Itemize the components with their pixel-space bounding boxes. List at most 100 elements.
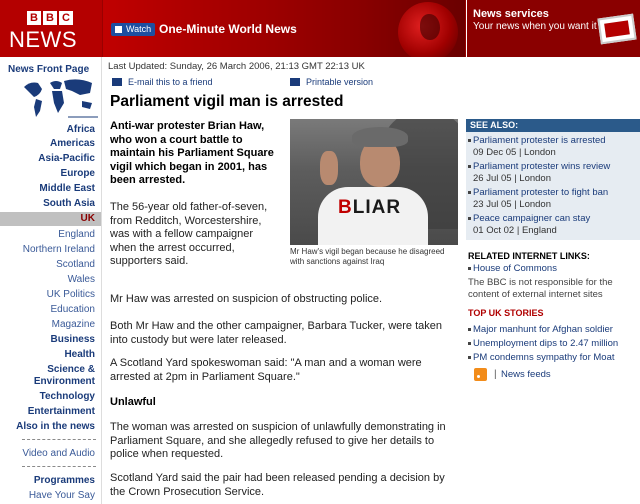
news-wordmark: NEWS (9, 27, 77, 52)
nav-item-europe[interactable]: Europe (61, 168, 95, 179)
lead-paragraph: Anti-war protester Brian Haw, who won a … (110, 120, 274, 187)
top-story-title[interactable]: Major manhunt for Afghan soldier (473, 324, 613, 335)
header: B B C NEWS Watch One-Minute World News N… (0, 0, 640, 57)
related-link-house-of-commons[interactable]: House of Commons (468, 263, 557, 274)
see-also-item[interactable]: Parliament protester to fight ban (468, 187, 608, 199)
watch-button[interactable]: Watch (111, 23, 156, 36)
services-title[interactable]: News services (473, 8, 549, 20)
related-links-heading: RELATED INTERNET LINKS: (468, 251, 590, 261)
globe-icon (398, 2, 458, 57)
printer-icon (290, 78, 300, 86)
photo-slogan-b: B (338, 197, 353, 218)
news-services-banner[interactable]: News services Your news when you want it (466, 0, 640, 57)
paragraph: Mr Haw was arrested on suspicion of obst… (110, 293, 383, 305)
see-also-item[interactable]: Parliament protester is arrested (468, 135, 606, 147)
nav-item-health[interactable]: Health (64, 349, 95, 360)
nav-item-scotland[interactable]: Scotland (56, 259, 95, 270)
news-feeds-link[interactable]: News feeds (501, 369, 551, 380)
see-also-date: 01 Oct 02 | England (473, 225, 557, 236)
bullet-icon (468, 355, 471, 359)
protester-photo: BLIAR (290, 119, 458, 245)
see-also-item[interactable]: Parliament protester wins review (468, 161, 610, 173)
nav-item-education[interactable]: Education (51, 304, 95, 315)
bbc-letter: B (43, 11, 57, 25)
nav-item-wales[interactable]: Wales (68, 274, 95, 285)
left-nav: News Front Page Africa Americas Asia-Pac… (0, 57, 102, 504)
top-story-title[interactable]: PM condemns sympathy for Moat (473, 352, 615, 363)
paragraph: Both Mr Haw and the other campaigner, Ba… (110, 320, 443, 346)
see-also-date: 23 Jul 05 | London (473, 199, 552, 210)
nav-item-business[interactable]: Business (51, 334, 95, 345)
rss-icon[interactable] (474, 368, 487, 381)
bullet-icon (468, 190, 471, 194)
top-story-item[interactable]: PM condemns sympathy for Moat (468, 352, 615, 363)
nav-divider (22, 439, 96, 440)
paragraph: A Scotland Yard spokeswoman said: "A man… (110, 357, 422, 383)
nav-item-programmes[interactable]: Programmes (34, 475, 95, 486)
printable-version-link[interactable]: Printable version (290, 77, 373, 87)
nav-item-south-asia[interactable]: South Asia (43, 198, 95, 209)
see-also-title[interactable]: Parliament protester is arrested (473, 135, 606, 146)
bullet-icon (468, 341, 471, 345)
photo-hand (320, 151, 338, 185)
bbc-blocks: B B C (27, 11, 73, 25)
headline: Parliament vigil man is arrested (110, 93, 344, 110)
nav-item-middle-east[interactable]: Middle East (39, 183, 95, 194)
see-also-item[interactable]: Peace campaigner can stay (468, 213, 590, 225)
nav-front-page[interactable]: News Front Page (8, 64, 89, 75)
email-friend-link[interactable]: E-mail this to a friend (112, 77, 213, 87)
bullet-icon (468, 164, 471, 168)
nav-item-england[interactable]: England (58, 229, 95, 240)
nav-item-technology[interactable]: Technology (40, 391, 95, 402)
bullet-icon (468, 266, 471, 270)
see-also-date: 26 Jul 05 | London (473, 173, 552, 184)
world-map-icon[interactable] (22, 77, 98, 121)
related-link-label[interactable]: House of Commons (473, 263, 557, 274)
nav-item-entertainment[interactable]: Entertainment (28, 406, 95, 417)
photo-caption: Mr Haw's vigil began because he disagree… (290, 247, 445, 266)
rss-separator: | (494, 369, 497, 380)
bullet-icon (468, 327, 471, 331)
subheading: Unlawful (110, 396, 156, 408)
nav-item-video-audio[interactable]: Video and Audio (22, 448, 95, 459)
article-figure: BLIAR (290, 119, 458, 245)
nav-item-have-your-say[interactable]: Have Your Say (29, 490, 95, 501)
see-also-title[interactable]: Parliament protester to fight ban (473, 187, 608, 198)
paragraph: The 56-year old father-of-seven, from Re… (110, 201, 268, 268)
top-story-title[interactable]: Unemployment dips to 2.47 million (473, 338, 618, 349)
bbc-news-logo[interactable]: B B C NEWS (0, 0, 102, 57)
external-links-disclaimer: The BBC is not responsible for the conte… (468, 277, 613, 300)
bullet-icon (468, 138, 471, 142)
services-text[interactable]: Your news when you want it (473, 21, 598, 33)
see-also-date: 09 Dec 05 | London (473, 147, 556, 158)
printable-version-label[interactable]: Printable version (306, 77, 373, 87)
see-also-title[interactable]: Parliament protester wins review (473, 161, 610, 172)
paragraph: Scotland Yard said the pair had been rel… (110, 472, 445, 498)
nav-item-africa[interactable]: Africa (67, 124, 95, 135)
see-also-title[interactable]: Peace campaigner can stay (473, 213, 590, 224)
top-story-item[interactable]: Unemployment dips to 2.47 million (468, 338, 618, 349)
nav-item-also-in-the-news[interactable]: Also in the news (16, 421, 95, 432)
one-minute-news-banner[interactable]: Watch One-Minute World News (103, 0, 465, 57)
nav-item-northern-ireland[interactable]: Northern Ireland (23, 244, 95, 255)
see-also-box: Parliament protester is arrested 09 Dec … (466, 132, 640, 240)
envelope-icon (112, 78, 122, 86)
nav-item-asia-pacific[interactable]: Asia-Pacific (38, 153, 95, 164)
email-friend-label[interactable]: E-mail this to a friend (128, 77, 213, 87)
nav-item-uk-politics[interactable]: UK Politics (47, 289, 95, 300)
bbc-letter: B (27, 11, 41, 25)
photo-slogan-rest: LIAR (352, 197, 402, 218)
last-updated: Last Updated: Sunday, 26 March 2006, 21:… (108, 61, 365, 72)
nav-item-americas[interactable]: Americas (50, 138, 95, 149)
bbc-letter: C (59, 11, 73, 25)
nav-divider (22, 466, 96, 467)
nav-item-magazine[interactable]: Magazine (52, 319, 95, 330)
right-sidebar: SEE ALSO: Parliament protester is arrest… (466, 57, 640, 504)
bullet-icon (468, 216, 471, 220)
top-story-item[interactable]: Major manhunt for Afghan soldier (468, 324, 613, 335)
banner-title[interactable]: One-Minute World News (159, 22, 297, 36)
see-also-heading: SEE ALSO: (466, 119, 640, 132)
nav-item-science-environment[interactable]: Science & Environment (15, 364, 95, 388)
article: Last Updated: Sunday, 26 March 2006, 21:… (108, 57, 460, 504)
nav-item-uk[interactable]: UK (81, 213, 95, 224)
